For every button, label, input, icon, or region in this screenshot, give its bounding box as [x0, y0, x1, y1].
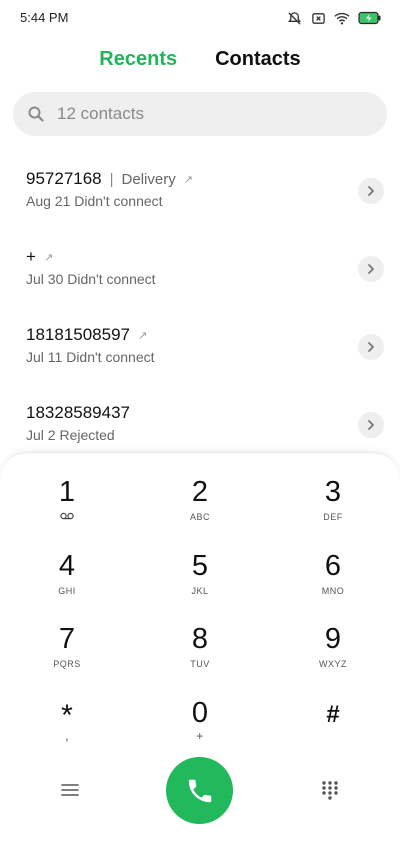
call-label: Delivery	[121, 170, 176, 188]
key-digit: 9	[324, 623, 342, 655]
outgoing-call-icon: ↗	[43, 251, 54, 264]
details-button[interactable]	[358, 178, 384, 204]
call-number: 18328589437	[26, 403, 131, 422]
chevron-right-icon	[368, 420, 374, 430]
status-icons	[286, 10, 382, 26]
dial-key-3[interactable]: 3 DEF	[278, 476, 388, 540]
key-digit: 8	[191, 623, 209, 655]
details-button[interactable]	[358, 256, 384, 282]
dial-key-9[interactable]: 9 WXYZ	[278, 623, 388, 687]
call-log-row[interactable]: 18181508597 ↗ Jul 11 Didn't connect	[0, 311, 400, 389]
key-letters: JKL	[191, 586, 209, 596]
call-number: 18181508597	[26, 325, 131, 344]
menu-button[interactable]	[58, 778, 82, 802]
dial-key-hash[interactable]: #	[278, 699, 388, 763]
key-digit: 5	[191, 550, 209, 582]
tab-contacts[interactable]: Contacts	[215, 48, 301, 71]
search-icon	[27, 105, 45, 123]
search-bar[interactable]	[13, 92, 387, 136]
tab-bar: Recents Contacts	[0, 48, 400, 71]
dial-key-4[interactable]: 4 GHI	[12, 550, 122, 614]
notifications-off-icon	[286, 10, 302, 26]
outgoing-call-icon: ↗	[138, 329, 148, 342]
call-log-list: 95727168 | Delivery ↗ Aug 21 Didn't conn…	[0, 155, 400, 467]
chevron-right-icon	[368, 342, 374, 352]
call-detail: Aug 21 Didn't connect	[26, 193, 163, 209]
key-letters: ABC	[189, 512, 210, 522]
details-button[interactable]	[358, 334, 384, 360]
search-input[interactable]	[55, 103, 359, 125]
dial-key-6[interactable]: 6 MNO	[278, 550, 388, 614]
dial-key-1[interactable]: 1	[12, 476, 122, 540]
dialpad-grid-icon	[322, 781, 338, 800]
voicemail-icon	[60, 512, 74, 522]
call-log-primary: 18181508597 ↗	[26, 325, 147, 345]
dial-key-5[interactable]: 5 JKL	[145, 550, 255, 614]
call-log-row[interactable]: 95727168 | Delivery ↗ Aug 21 Didn't conn…	[0, 155, 400, 233]
key-letters: +	[196, 729, 204, 743]
call-log-row[interactable]: + ↗ Jul 30 Didn't connect	[0, 233, 400, 311]
outgoing-call-icon: ↗	[183, 173, 193, 186]
key-letters: MNO	[321, 586, 345, 596]
call-log-primary: 95727168 | Delivery ↗	[26, 169, 193, 189]
key-letters: TUV	[190, 659, 210, 669]
status-time: 5:44 PM	[20, 10, 69, 25]
key-digit: 7	[58, 623, 76, 655]
key-letters: DEF	[323, 512, 343, 522]
call-button[interactable]	[166, 757, 233, 824]
details-button[interactable]	[358, 412, 384, 438]
key-digit: 0	[191, 697, 209, 729]
tab-recents[interactable]: Recents	[99, 48, 177, 71]
key-digit: 6	[324, 550, 342, 582]
battery-charging-icon	[358, 10, 382, 26]
call-number: 95727168	[26, 169, 102, 188]
key-letters: GHI	[58, 586, 76, 596]
menu-icon	[61, 784, 79, 796]
chevron-right-icon	[368, 264, 374, 274]
key-digit: #	[326, 701, 340, 728]
key-digit: 4	[58, 550, 76, 582]
call-detail: Jul 30 Didn't connect	[26, 271, 156, 287]
separator: |	[109, 170, 114, 188]
key-letters: WXYZ	[319, 659, 347, 669]
dial-key-8[interactable]: 8 TUV	[145, 623, 255, 687]
key-letters: ,	[64, 728, 70, 743]
call-detail: Jul 11 Didn't connect	[26, 349, 155, 365]
key-digit: 3	[324, 476, 342, 508]
phone-icon	[188, 779, 211, 802]
chevron-right-icon	[368, 186, 374, 196]
key-digit: 1	[58, 476, 76, 508]
key-digit: 2	[191, 476, 209, 508]
wifi-icon	[334, 10, 350, 26]
call-number: +	[26, 247, 36, 266]
key-letters: PQRS	[53, 659, 81, 669]
call-log-primary: 18328589437	[26, 403, 130, 423]
dial-key-0[interactable]: 0 +	[145, 697, 255, 761]
dial-key-star[interactable]: * ,	[12, 700, 122, 764]
call-log-primary: + ↗	[26, 247, 53, 267]
status-bar: 5:44 PM	[0, 0, 400, 36]
dial-key-7[interactable]: 7 PQRS	[12, 623, 122, 687]
sim-x-icon	[310, 10, 326, 26]
dial-key-2[interactable]: 2 ABC	[145, 476, 255, 540]
dialpad-toggle-button[interactable]	[318, 778, 342, 802]
call-detail: Jul 2 Rejected	[26, 427, 115, 443]
